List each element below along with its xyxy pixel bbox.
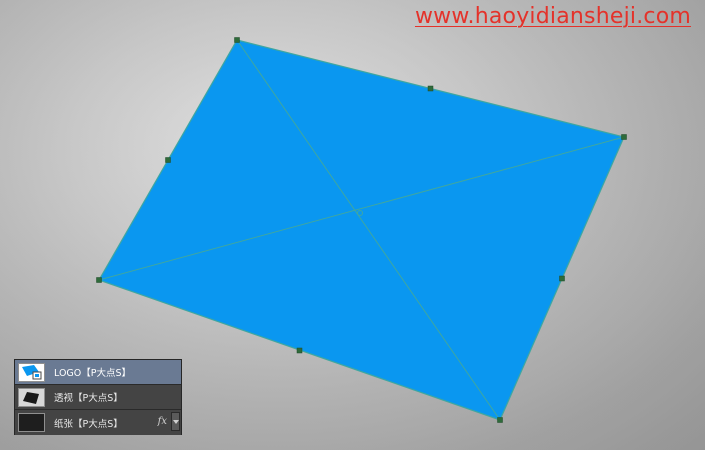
- transform-handle-top-right[interactable]: [621, 134, 627, 140]
- layer-row-paper[interactable]: 纸张【P大点S】 fx: [15, 410, 181, 435]
- fx-expand-toggle-icon[interactable]: [171, 412, 180, 431]
- transform-handle-left[interactable]: [165, 157, 171, 163]
- layer-name: 透视【P大点S】: [54, 393, 123, 404]
- transform-handle-bottom-right[interactable]: [497, 417, 503, 423]
- layers-panel: LOGO【P大点S】 透视【P大点S】 纸张【P大点S】 fx: [14, 359, 182, 435]
- layer-name: LOGO【P大点S】: [54, 368, 132, 379]
- perspective-thumbnail-icon: [18, 387, 45, 407]
- transform-handle-top-left[interactable]: [234, 37, 240, 43]
- transform-handle-bottom-left[interactable]: [96, 277, 102, 283]
- layer-name: 纸张【P大点S】: [54, 418, 123, 430]
- fx-icon[interactable]: fx: [158, 416, 167, 427]
- transform-handle-right[interactable]: [559, 275, 565, 282]
- watermark-link[interactable]: www.haoyidiansheji.com: [415, 4, 691, 29]
- layer-row-logo[interactable]: LOGO【P大点S】: [15, 360, 181, 385]
- transform-handle-bottom[interactable]: [296, 347, 303, 354]
- photoshop-canvas: www.haoyidiansheji.com LOGO【P大点S】 透视【P大点…: [0, 0, 705, 450]
- paper-thumbnail-icon: [18, 413, 45, 432]
- transform-handle-top[interactable]: [427, 85, 434, 92]
- logo-thumbnail-icon: [18, 362, 45, 382]
- layer-row-perspective[interactable]: 透视【P大点S】: [15, 385, 181, 410]
